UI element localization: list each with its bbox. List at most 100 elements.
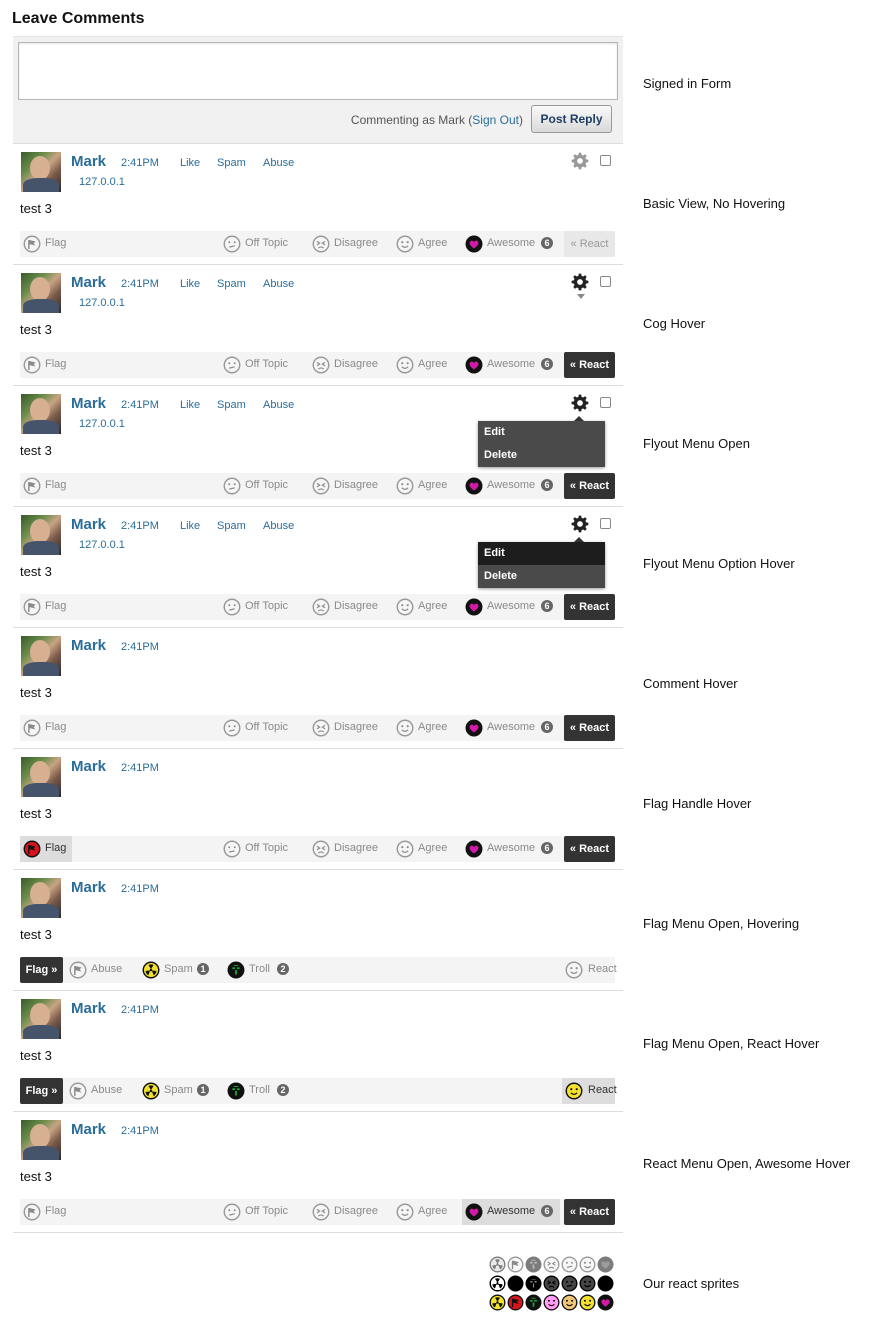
- avatar[interactable]: [21, 999, 61, 1039]
- comment-textarea[interactable]: [18, 42, 618, 100]
- avatar[interactable]: [21, 152, 61, 192]
- agree-reaction[interactable]: Agree: [393, 715, 451, 741]
- flag-menu-button[interactable]: Flag »: [20, 957, 63, 983]
- troll-flag[interactable]: Troll 2: [224, 1078, 299, 1104]
- react-button[interactable]: « React: [564, 594, 615, 620]
- flyout-delete[interactable]: Delete: [478, 444, 605, 467]
- author-name[interactable]: Mark: [71, 274, 106, 291]
- disagree-reaction[interactable]: Disagree: [309, 594, 382, 620]
- off-topic-reaction[interactable]: Off Topic: [220, 715, 298, 741]
- troll-flag[interactable]: Troll 2: [224, 957, 299, 983]
- react-button[interactable]: « React: [564, 1199, 615, 1225]
- react-handle[interactable]: React: [562, 1078, 617, 1104]
- off-topic-reaction[interactable]: Off Topic: [220, 1199, 298, 1225]
- agree-reaction[interactable]: Agree: [393, 231, 451, 257]
- avatar[interactable]: [21, 273, 61, 313]
- disagree-reaction[interactable]: Disagree: [309, 231, 382, 257]
- abuse-link[interactable]: Abuse: [263, 157, 294, 169]
- flyout-delete[interactable]: Delete: [478, 565, 605, 588]
- like-link[interactable]: Like: [180, 520, 200, 532]
- agree-reaction[interactable]: Agree: [393, 473, 451, 499]
- awesome-reaction[interactable]: Awesome 6: [462, 473, 557, 499]
- flag-handle[interactable]: Flag: [20, 594, 70, 620]
- off-topic-reaction[interactable]: Off Topic: [220, 473, 298, 499]
- awesome-reaction[interactable]: Awesome 6: [462, 715, 557, 741]
- abuse-link[interactable]: Abuse: [263, 520, 294, 532]
- abuse-link[interactable]: Abuse: [263, 278, 294, 290]
- agree-reaction[interactable]: Agree: [393, 594, 451, 620]
- spam-link[interactable]: Spam: [217, 278, 246, 290]
- avatar[interactable]: [21, 1120, 61, 1160]
- flag-handle[interactable]: Flag: [20, 352, 70, 378]
- sign-out-link[interactable]: Sign Out: [472, 113, 519, 127]
- off-topic-reaction[interactable]: Off Topic: [220, 594, 298, 620]
- off-topic-reaction[interactable]: Off Topic: [220, 836, 298, 862]
- abuse-link[interactable]: Abuse: [263, 399, 294, 411]
- flag-handle[interactable]: Flag: [20, 473, 70, 499]
- avatar[interactable]: [21, 757, 61, 797]
- awesome-reaction[interactable]: Awesome 6: [462, 836, 557, 862]
- author-name[interactable]: Mark: [71, 516, 106, 533]
- awesome-reaction[interactable]: Awesome 6: [462, 1199, 560, 1225]
- spam-link[interactable]: Spam: [217, 520, 246, 532]
- awesome-reaction[interactable]: Awesome 6: [462, 231, 557, 257]
- flag-handle[interactable]: Flag: [20, 836, 72, 862]
- agree-reaction[interactable]: Agree: [393, 836, 451, 862]
- author-name[interactable]: Mark: [71, 758, 106, 775]
- post-reply-button[interactable]: Post Reply: [531, 105, 612, 133]
- select-checkbox[interactable]: [600, 155, 611, 166]
- avatar[interactable]: [21, 878, 61, 918]
- spam-link[interactable]: Spam: [217, 157, 246, 169]
- react-button[interactable]: « React: [564, 836, 615, 862]
- author-name[interactable]: Mark: [71, 1121, 106, 1138]
- cog-icon[interactable]: [571, 394, 589, 412]
- avatar[interactable]: [21, 394, 61, 434]
- off-topic-reaction[interactable]: Off Topic: [220, 352, 298, 378]
- off-topic-reaction[interactable]: Off Topic: [220, 231, 298, 257]
- disagree-reaction[interactable]: Disagree: [309, 836, 382, 862]
- spam-flag[interactable]: Spam 1: [139, 1078, 214, 1104]
- disagree-label: Disagree: [334, 479, 379, 491]
- react-button[interactable]: « React: [564, 473, 615, 499]
- flyout-edit[interactable]: Edit: [478, 542, 605, 565]
- react-button[interactable]: « React: [564, 715, 615, 741]
- disagree-icon: [312, 840, 330, 858]
- select-checkbox[interactable]: [600, 518, 611, 529]
- agree-reaction[interactable]: Agree: [393, 1199, 451, 1225]
- agree-reaction[interactable]: Agree: [393, 352, 451, 378]
- disagree-reaction[interactable]: Disagree: [309, 352, 382, 378]
- like-link[interactable]: Like: [180, 278, 200, 290]
- author-name[interactable]: Mark: [71, 879, 106, 896]
- cog-icon[interactable]: [571, 273, 589, 291]
- awesome-reaction[interactable]: Awesome 6: [462, 594, 557, 620]
- like-link[interactable]: Like: [180, 157, 200, 169]
- react-button[interactable]: « React: [564, 352, 615, 378]
- cog-icon[interactable]: [571, 152, 589, 170]
- awesome-reaction[interactable]: Awesome 6: [462, 352, 557, 378]
- react-handle[interactable]: React: [562, 957, 617, 983]
- select-checkbox[interactable]: [600, 397, 611, 408]
- flag-handle[interactable]: Flag: [20, 1199, 70, 1225]
- flyout-edit[interactable]: Edit: [478, 421, 605, 444]
- author-name[interactable]: Mark: [71, 153, 106, 170]
- troll-icon: [525, 1275, 542, 1292]
- spam-link[interactable]: Spam: [217, 399, 246, 411]
- avatar[interactable]: [21, 515, 61, 555]
- avatar[interactable]: [21, 636, 61, 676]
- spam-flag[interactable]: Spam 1: [139, 957, 214, 983]
- flag-menu-button[interactable]: Flag »: [20, 1078, 63, 1104]
- abuse-flag[interactable]: Abuse: [66, 957, 128, 983]
- flag-handle[interactable]: Flag: [20, 231, 70, 257]
- disagree-reaction[interactable]: Disagree: [309, 715, 382, 741]
- abuse-flag[interactable]: Abuse: [66, 1078, 128, 1104]
- select-checkbox[interactable]: [600, 276, 611, 287]
- cog-icon[interactable]: [571, 515, 589, 533]
- disagree-reaction[interactable]: Disagree: [309, 1199, 382, 1225]
- like-link[interactable]: Like: [180, 399, 200, 411]
- flag-handle[interactable]: Flag: [20, 715, 70, 741]
- react-button[interactable]: « React: [564, 231, 615, 257]
- author-name[interactable]: Mark: [71, 1000, 106, 1017]
- disagree-reaction[interactable]: Disagree: [309, 473, 382, 499]
- author-name[interactable]: Mark: [71, 395, 106, 412]
- author-name[interactable]: Mark: [71, 637, 106, 654]
